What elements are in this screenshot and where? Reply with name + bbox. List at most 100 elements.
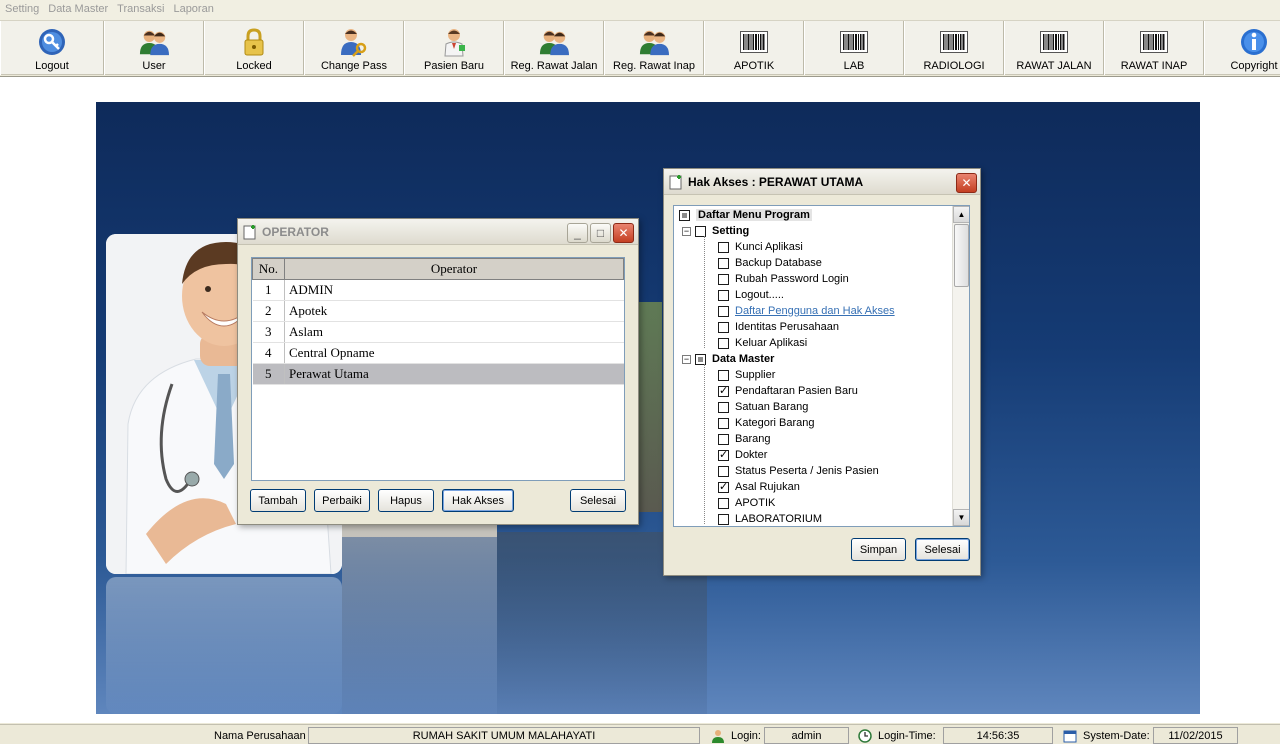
menu-setting[interactable]: Setting: [0, 0, 43, 15]
checkbox[interactable]: [718, 480, 729, 493]
checkbox[interactable]: [718, 497, 729, 509]
toolbar-button-reg-rawat-inap[interactable]: Reg. Rawat Inap: [604, 21, 704, 75]
hak-akses-selesai-button[interactable]: Selesai: [915, 538, 970, 561]
key-user-icon: [339, 27, 369, 57]
tree-item[interactable]: Kunci Aplikasi: [718, 239, 803, 255]
checkbox[interactable]: [695, 225, 706, 237]
menu-data-master[interactable]: Data Master: [43, 0, 112, 15]
checkbox[interactable]: [718, 321, 729, 333]
tree-item[interactable]: Pendaftaran Pasien Baru: [718, 383, 858, 399]
table-row[interactable]: 1 ADMIN: [252, 279, 624, 301]
tree-scrollbar[interactable]: ▲ ▼: [952, 206, 969, 526]
tree-item-label: Daftar Pengguna dan Hak Akses: [735, 305, 895, 317]
scroll-up-button[interactable]: ▲: [953, 206, 969, 223]
scroll-thumb[interactable]: [954, 224, 969, 287]
checkbox[interactable]: [679, 209, 690, 221]
tree-item[interactable]: Daftar Pengguna dan Hak Akses: [718, 303, 895, 319]
calendar-icon: [1063, 730, 1077, 742]
tree-item[interactable]: Status Peserta / Jenis Pasien: [718, 463, 879, 479]
window-add-icon: [243, 224, 256, 239]
toolbar-button-change-pass[interactable]: Change Pass: [304, 21, 404, 75]
tree-item[interactable]: Backup Database: [718, 255, 822, 271]
checkbox[interactable]: [718, 305, 729, 317]
checkbox[interactable]: [695, 353, 706, 365]
tree-item[interactable]: APOTIK: [718, 495, 775, 511]
table-row[interactable]: 5 Perawat Utama: [252, 363, 624, 385]
toolbar-button-reg-rawat-jalan[interactable]: Reg. Rawat Jalan: [504, 21, 604, 75]
doctor-photo-reflection: [106, 577, 342, 714]
toolbar-button-label: RAWAT JALAN: [1016, 60, 1092, 72]
collapse-icon[interactable]: −: [682, 354, 691, 364]
tree-item-label: Rubah Password Login: [735, 273, 849, 285]
toolbar-button-radiologi[interactable]: RADIOLOGI: [904, 21, 1004, 75]
toolbar: Logout User Locked Change Pass Pasien Baru Re…: [0, 21, 1280, 75]
simpan-button[interactable]: Simpan: [851, 538, 906, 561]
checkbox[interactable]: [718, 448, 729, 461]
tree-item[interactable]: Logout.....: [718, 287, 784, 303]
operator-selesai-button[interactable]: Selesai: [570, 489, 626, 512]
table-row[interactable]: 4 Central Opname: [252, 342, 624, 364]
hak-akses-button[interactable]: Hak Akses: [442, 489, 514, 512]
tambah-button[interactable]: Tambah: [250, 489, 306, 512]
login-time-label: Login-Time:: [878, 729, 936, 742]
toolbar-button-pasien-baru[interactable]: Pasien Baru: [404, 21, 504, 75]
tree-item[interactable]: Dokter: [718, 447, 767, 463]
menu-tree[interactable]: Daftar Menu Program − Setting Kunci Aplikas…: [673, 205, 970, 527]
tree-item[interactable]: Kategori Barang: [718, 415, 815, 431]
toolbar-button-rawat-jalan[interactable]: RAWAT JALAN: [1004, 21, 1104, 75]
perbaiki-button[interactable]: Perbaiki: [314, 489, 370, 512]
tree-item[interactable]: LABORATORIUM: [718, 511, 822, 526]
barcode-icon: [1139, 27, 1169, 57]
toolbar-button-label: LAB: [843, 60, 865, 72]
checkbox[interactable]: [718, 513, 729, 525]
toolbar-button-logout[interactable]: Logout: [0, 21, 104, 75]
checkbox[interactable]: [718, 433, 729, 445]
operator-window: OPERATOR _ □ ✕ No. Operator 1 ADMIN 2 Apote…: [237, 218, 639, 525]
hak-akses-title-bar[interactable]: Hak Akses : PERAWAT UTAMA: [664, 169, 980, 195]
checkbox[interactable]: [718, 369, 729, 381]
operator-grid[interactable]: No. Operator 1 ADMIN 2 Apotek 3 Aslam 4 Central…: [251, 257, 625, 481]
checkbox[interactable]: [718, 257, 729, 269]
column-header-no[interactable]: No.: [252, 258, 285, 280]
tree-group-data-master[interactable]: − Data Master: [682, 351, 774, 367]
minimize-button[interactable]: _: [567, 223, 588, 243]
tree-item[interactable]: Asal Rujukan: [718, 479, 800, 495]
checkbox[interactable]: [718, 241, 729, 253]
close-button[interactable]: ✕: [613, 223, 634, 243]
checkbox[interactable]: [718, 401, 729, 413]
close-button[interactable]: ✕: [956, 173, 977, 193]
checkbox[interactable]: [718, 384, 729, 397]
tree-item[interactable]: Supplier: [718, 367, 775, 383]
maximize-button[interactable]: □: [590, 223, 611, 243]
tree-item[interactable]: Keluar Aplikasi: [718, 335, 807, 351]
column-header-operator[interactable]: Operator: [284, 258, 624, 280]
toolbar-button-rawat-inap[interactable]: RAWAT INAP: [1104, 21, 1204, 75]
toolbar-button-label: RADIOLOGI: [923, 60, 985, 72]
scroll-down-button[interactable]: ▼: [953, 509, 969, 526]
collapse-icon[interactable]: −: [682, 226, 691, 236]
checkbox[interactable]: [718, 289, 729, 301]
tree-item[interactable]: Rubah Password Login: [718, 271, 849, 287]
toolbar-button-user[interactable]: User: [104, 21, 204, 75]
checkbox[interactable]: [718, 417, 729, 429]
chevron-up-icon: ▲: [957, 210, 966, 219]
toolbar-button-label: Copyright: [1230, 60, 1278, 72]
toolbar-button-apotik[interactable]: APOTIK: [704, 21, 804, 75]
tree-item[interactable]: Satuan Barang: [718, 399, 808, 415]
checkbox[interactable]: [718, 273, 729, 285]
toolbar-button-copyright[interactable]: Copyright: [1204, 21, 1280, 75]
checkbox[interactable]: [718, 465, 729, 477]
toolbar-button-label: Locked: [236, 60, 272, 72]
table-row[interactable]: 2 Apotek: [252, 300, 624, 322]
hapus-button[interactable]: Hapus: [378, 489, 434, 512]
menu-transaksi[interactable]: Transaksi: [112, 0, 168, 15]
toolbar-button-lab[interactable]: LAB: [804, 21, 904, 75]
tree-root[interactable]: Daftar Menu Program: [679, 207, 812, 223]
tree-item[interactable]: Barang: [718, 431, 770, 447]
menu-laporan[interactable]: Laporan: [168, 0, 217, 15]
table-row[interactable]: 3 Aslam: [252, 321, 624, 343]
tree-group-setting[interactable]: − Setting: [682, 223, 749, 239]
tree-item[interactable]: Identitas Perusahaan: [718, 319, 839, 335]
toolbar-button-locked[interactable]: Locked: [204, 21, 304, 75]
checkbox[interactable]: [718, 337, 729, 349]
